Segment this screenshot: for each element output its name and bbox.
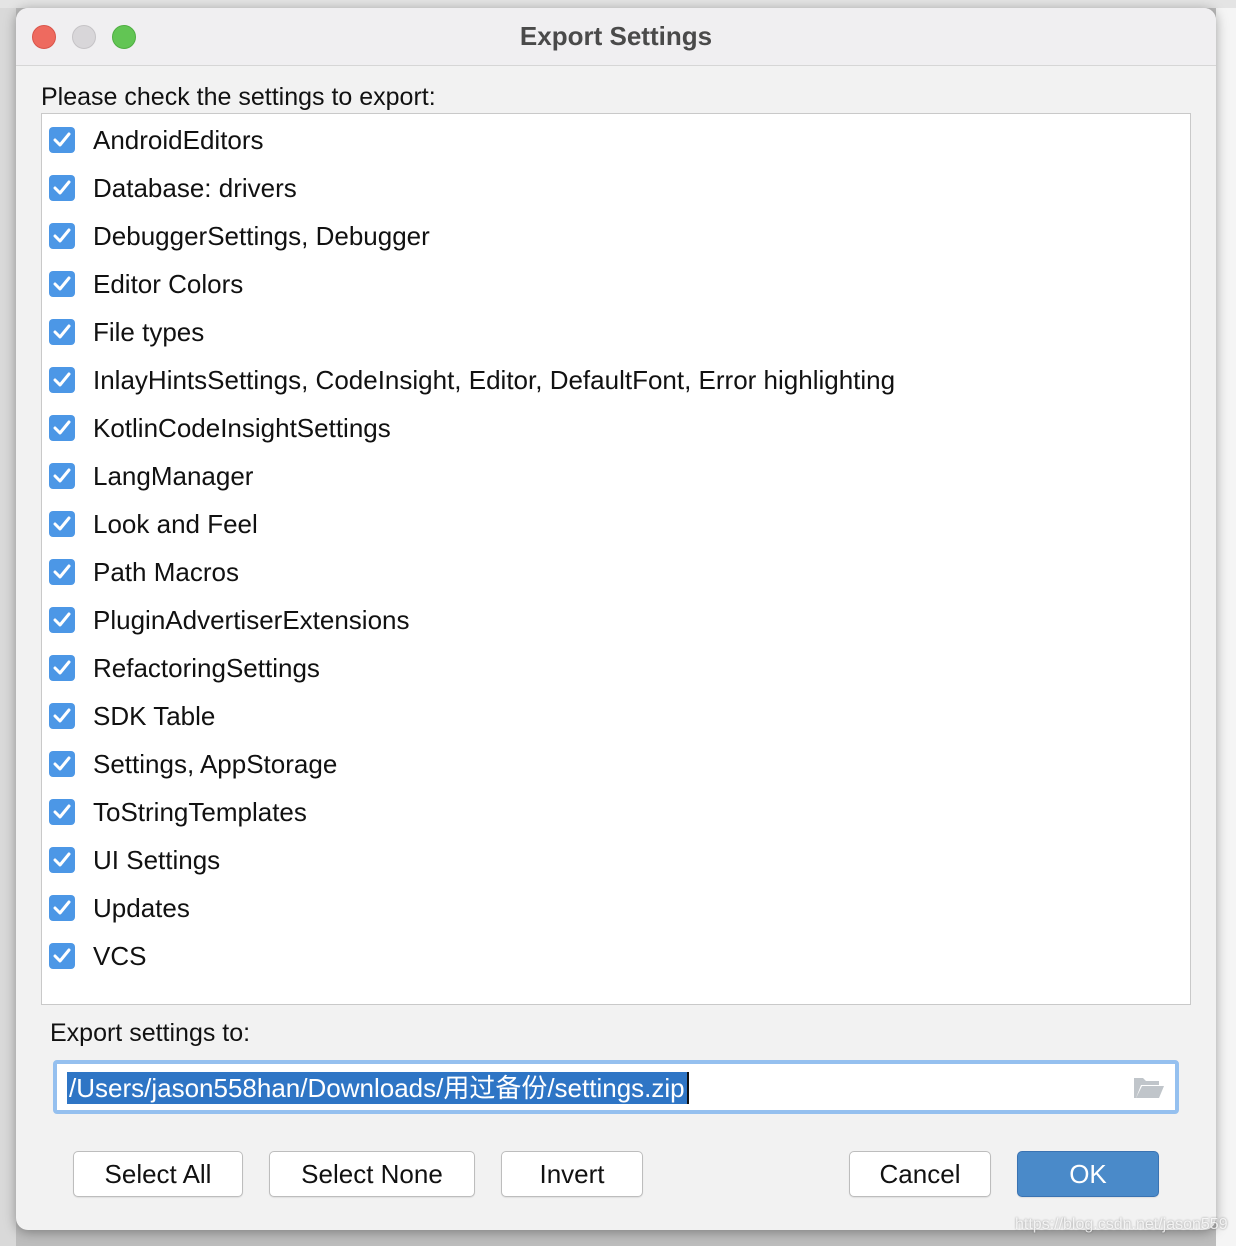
setting-checkbox-row[interactable]: DebuggerSettings, Debugger xyxy=(49,216,430,256)
checkbox-checked-icon[interactable] xyxy=(49,655,75,681)
checkbox-checked-icon[interactable] xyxy=(49,607,75,633)
setting-label: KotlinCodeInsightSettings xyxy=(93,412,391,443)
checkbox-checked-icon[interactable] xyxy=(49,847,75,873)
checkbox-checked-icon[interactable] xyxy=(49,751,75,777)
checkbox-checked-icon[interactable] xyxy=(49,463,75,489)
setting-checkbox-row[interactable]: Editor Colors xyxy=(49,264,243,304)
invert-button[interactable]: Invert xyxy=(501,1151,643,1197)
setting-checkbox-row[interactable]: RefactoringSettings xyxy=(49,648,320,688)
setting-checkbox-row[interactable]: InlayHintsSettings, CodeInsight, Editor,… xyxy=(49,360,895,400)
setting-checkbox-row[interactable]: UI Settings xyxy=(49,840,220,880)
checkbox-checked-icon[interactable] xyxy=(49,703,75,729)
setting-label: ToStringTemplates xyxy=(93,796,307,827)
checkbox-checked-icon[interactable] xyxy=(49,943,75,969)
select-none-button[interactable]: Select None xyxy=(269,1151,475,1197)
title-bar: Export Settings xyxy=(16,8,1216,66)
setting-checkbox-row[interactable]: PluginAdvertiserExtensions xyxy=(49,600,410,640)
setting-checkbox-row[interactable]: AndroidEditors xyxy=(49,120,264,160)
setting-checkbox-row[interactable]: Settings, AppStorage xyxy=(49,744,337,784)
background-window-left xyxy=(0,8,16,1246)
setting-checkbox-row[interactable]: File types xyxy=(49,312,204,352)
setting-label: Editor Colors xyxy=(93,268,244,299)
checkbox-checked-icon[interactable] xyxy=(49,223,75,249)
setting-label: UI Settings xyxy=(93,844,221,875)
setting-label: RefactoringSettings xyxy=(93,652,320,683)
setting-label: InlayHintsSettings, CodeInsight, Editor,… xyxy=(93,364,896,395)
setting-label: File types xyxy=(93,316,205,347)
setting-checkbox-row[interactable]: Database: drivers xyxy=(49,168,297,208)
setting-checkbox-row[interactable]: SDK Table xyxy=(49,696,215,736)
watermark: https://blog.csdn.net/jason559 xyxy=(1015,1216,1228,1233)
checkbox-checked-icon[interactable] xyxy=(49,319,75,345)
setting-checkbox-row[interactable]: VCS xyxy=(49,936,146,976)
setting-label: SDK Table xyxy=(93,700,216,731)
setting-checkbox-row[interactable]: LangManager xyxy=(49,456,253,496)
export-path-value: /Users/jason558han/Downloads/用过备份/settin… xyxy=(67,1072,689,1104)
checkbox-checked-icon[interactable] xyxy=(49,127,75,153)
setting-checkbox-row[interactable]: Updates xyxy=(49,888,190,928)
checkbox-checked-icon[interactable] xyxy=(49,415,75,441)
dialog-title: Export Settings xyxy=(519,21,713,51)
setting-label: VCS xyxy=(93,940,147,971)
setting-label: Settings, AppStorage xyxy=(93,748,338,779)
select-all-button[interactable]: Select All xyxy=(73,1151,243,1197)
setting-label: DebuggerSettings, Debugger xyxy=(93,220,430,251)
background-window xyxy=(0,0,1236,8)
setting-checkbox-row[interactable]: KotlinCodeInsightSettings xyxy=(49,408,391,448)
export-settings-dialog: Export Settings Please check the setting… xyxy=(16,8,1216,1230)
export-path-label: Export settings to: xyxy=(50,1019,251,1047)
setting-label: Database: drivers xyxy=(93,172,297,203)
setting-label: Updates xyxy=(93,892,190,923)
background-window-right xyxy=(1216,8,1236,1246)
settings-list: AndroidEditors Database: drivers DebuggerS… xyxy=(41,113,1191,1005)
setting-label: LangManager xyxy=(93,460,254,491)
checkbox-checked-icon[interactable] xyxy=(49,559,75,585)
instruction-label: Please check the settings to export: xyxy=(41,83,436,111)
setting-label: Look and Feel xyxy=(93,508,258,539)
setting-label: PluginAdvertiserExtensions xyxy=(93,604,410,635)
checkbox-checked-icon[interactable] xyxy=(49,895,75,921)
export-path-input[interactable]: /Users/jason558han/Downloads/用过备份/settin… xyxy=(53,1060,1179,1114)
setting-checkbox-row[interactable]: Look and Feel xyxy=(49,504,258,544)
ok-button[interactable]: OK xyxy=(1017,1151,1159,1197)
setting-label: Path Macros xyxy=(93,556,239,587)
folder-open-icon[interactable] xyxy=(1133,1076,1165,1105)
setting-label: AndroidEditors xyxy=(93,124,264,155)
setting-checkbox-row[interactable]: ToStringTemplates xyxy=(49,792,307,832)
setting-checkbox-row[interactable]: Path Macros xyxy=(49,552,239,592)
checkbox-checked-icon[interactable] xyxy=(49,271,75,297)
cancel-button[interactable]: Cancel xyxy=(849,1151,991,1197)
checkbox-checked-icon[interactable] xyxy=(49,175,75,201)
checkbox-checked-icon[interactable] xyxy=(49,367,75,393)
checkbox-checked-icon[interactable] xyxy=(49,799,75,825)
checkbox-checked-icon[interactable] xyxy=(49,511,75,537)
